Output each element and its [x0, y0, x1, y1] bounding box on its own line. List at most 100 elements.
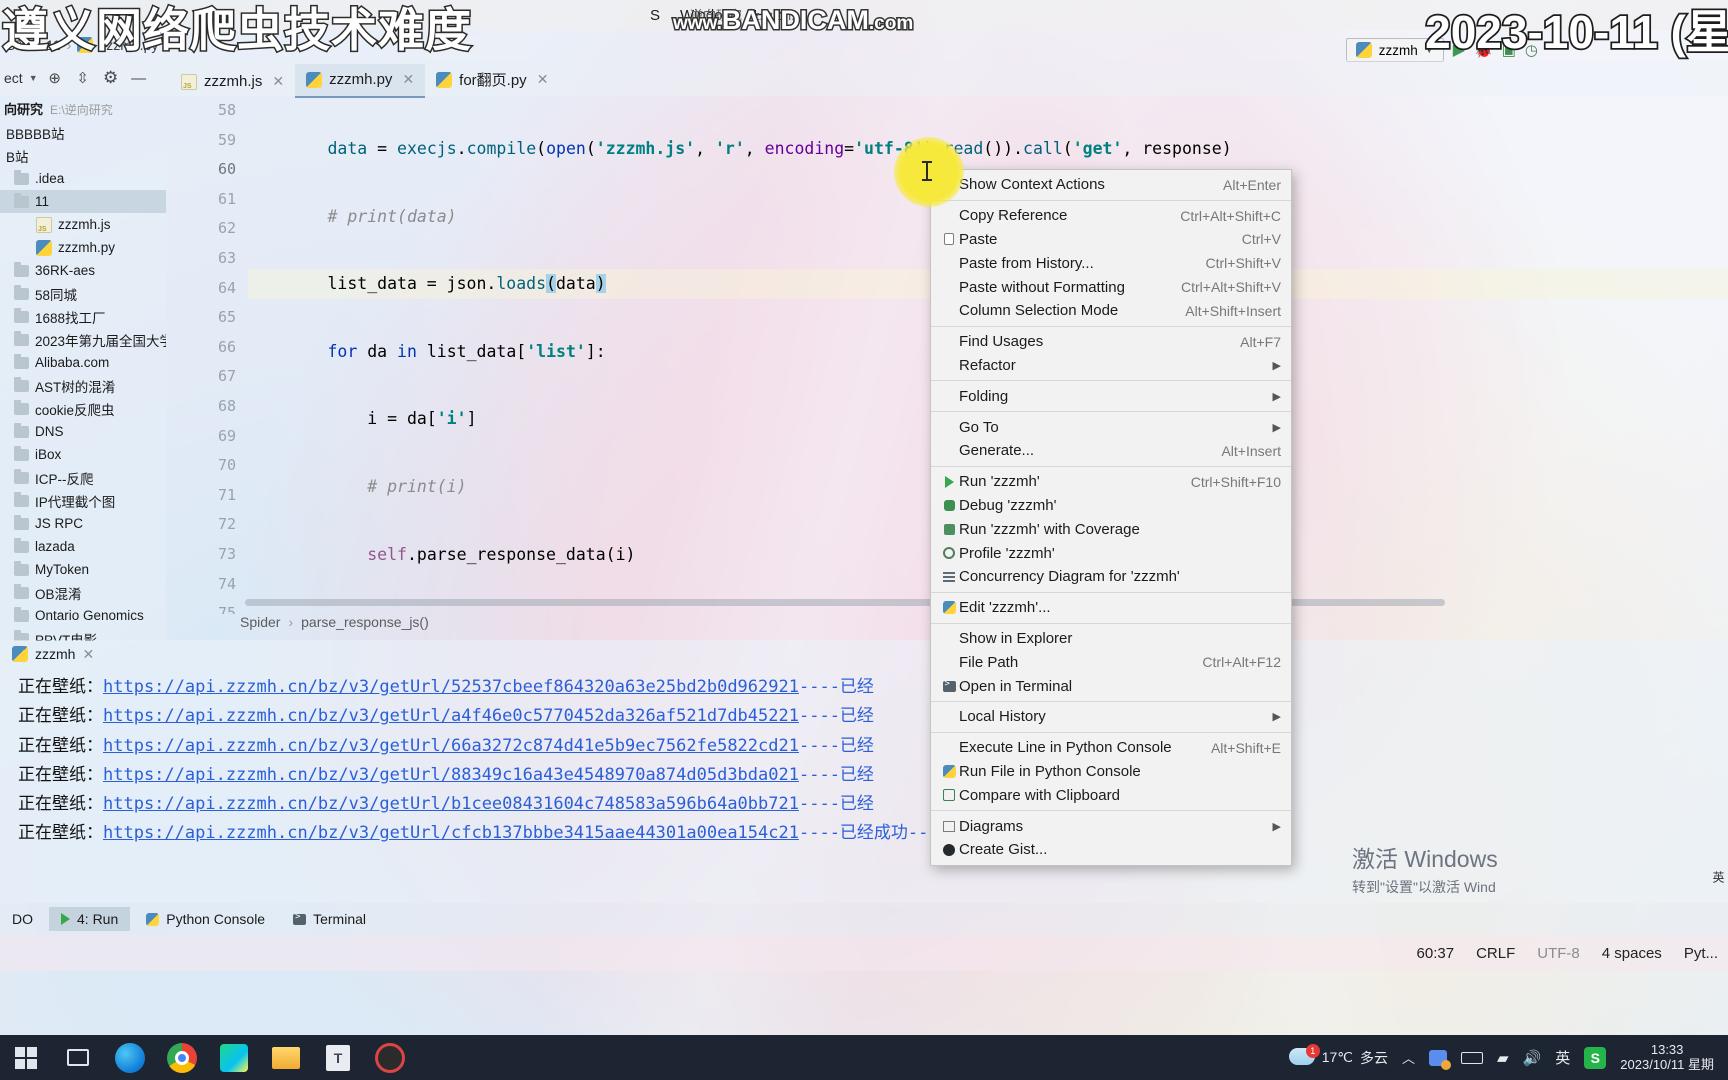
- edge-icon[interactable]: [104, 1035, 156, 1080]
- tree-item-js-rpc[interactable]: JS RPC: [0, 512, 166, 535]
- tree-item-bzhan[interactable]: B站: [0, 144, 166, 167]
- tree-item-ppvt[interactable]: PPVT电影: [0, 627, 166, 641]
- right-dock-item[interactable]: 英: [1710, 871, 1727, 883]
- editor-crumb-method[interactable]: parse_response_js(): [301, 614, 429, 630]
- close-icon[interactable]: ✕: [402, 71, 414, 88]
- menu-item-diagrams[interactable]: Diagrams ▶: [931, 814, 1291, 838]
- tree-item-ontario[interactable]: Ontario Genomics: [0, 604, 166, 627]
- close-icon[interactable]: ✕: [272, 73, 284, 90]
- explorer-icon[interactable]: [260, 1035, 312, 1080]
- battery-icon[interactable]: [1461, 1051, 1484, 1064]
- status-indent[interactable]: 4 spaces: [1602, 945, 1662, 962]
- status-interpreter[interactable]: Pyt...: [1684, 945, 1718, 962]
- tree-item-bbbbb[interactable]: BBBBB站: [0, 121, 166, 144]
- status-line-separator[interactable]: CRLF: [1476, 945, 1515, 962]
- tree-item-mytoken[interactable]: MyToken: [0, 558, 166, 581]
- collapse-icon[interactable]: ⇳: [72, 67, 94, 89]
- menu-item-folding[interactable]: Folding ▶: [931, 384, 1291, 408]
- console-url-link[interactable]: https://api.zzzmh.cn/bz/v3/getUrl/66a327…: [103, 736, 799, 756]
- project-root-node[interactable]: 向研究 E:\逆向研究: [0, 96, 166, 121]
- console-url-link[interactable]: https://api.zzzmh.cn/bz/v3/getUrl/a4f46e…: [103, 706, 799, 726]
- tree-item-ast[interactable]: AST树的混淆: [0, 374, 166, 397]
- tree-item-cookie[interactable]: cookie反爬虫: [0, 397, 166, 420]
- tree-item-alibaba[interactable]: Alibaba.com: [0, 351, 166, 374]
- menu-item-s[interactable]: S: [640, 5, 670, 26]
- menu-item-generate[interactable]: Generate... Alt+Insert: [931, 439, 1291, 463]
- tree-item-1688[interactable]: 1688找工厂: [0, 305, 166, 328]
- menu-item-compare-with-clipboard[interactable]: Compare with Clipboard: [931, 783, 1291, 807]
- run-console-output[interactable]: 正在壁纸：https://api.zzzmh.cn/bz/v3/getUrl/5…: [0, 668, 1728, 849]
- tree-item-36rk-aes[interactable]: 36RK-aes: [0, 259, 166, 282]
- menu-item-edit-zzzmh[interactable]: Edit 'zzzmh'...: [931, 596, 1291, 620]
- tree-item-icp[interactable]: ICP--反爬: [0, 466, 166, 489]
- menu-item-copy-reference[interactable]: Copy Reference Ctrl+Alt+Shift+C: [931, 204, 1291, 228]
- volume-icon[interactable]: 🔊: [1523, 1049, 1542, 1067]
- console-url-link[interactable]: https://api.zzzmh.cn/bz/v3/getUrl/b1cee0…: [103, 794, 799, 814]
- menu-item-refactor[interactable]: Refactor ▶: [931, 354, 1291, 378]
- task-view-icon[interactable]: [52, 1035, 104, 1080]
- tree-item-ob[interactable]: OB混淆: [0, 581, 166, 604]
- gear-icon[interactable]: ⚙: [100, 67, 122, 89]
- menu-item-local-history[interactable]: Local History ▶: [931, 705, 1291, 729]
- menu-item-concurrency-diagram[interactable]: Concurrency Diagram for 'zzzmh': [931, 565, 1291, 589]
- tree-item-dns[interactable]: DNS: [0, 420, 166, 443]
- menu-item-run-file-in-python-console[interactable]: Run File in Python Console: [931, 760, 1291, 784]
- menu-item-paste[interactable]: Paste Ctrl+V: [931, 228, 1291, 252]
- project-tool-label[interactable]: ect: [4, 70, 23, 86]
- onedrive-icon[interactable]: [1429, 1049, 1452, 1070]
- editor-crumb-class[interactable]: Spider: [240, 614, 280, 630]
- start-icon[interactable]: [0, 1035, 52, 1080]
- chrome-icon[interactable]: [156, 1035, 208, 1080]
- chevron-up-icon[interactable]: ︿: [1402, 1048, 1415, 1067]
- project-tree-panel[interactable]: 向研究 E:\逆向研究 BBBBB站 B站 .idea 11 zzzmh.js …: [0, 96, 166, 641]
- tool-button-run[interactable]: 4: Run: [49, 907, 131, 931]
- tab-for-fanye-py[interactable]: for翻页.py ✕: [425, 62, 559, 98]
- close-icon[interactable]: ✕: [82, 646, 94, 663]
- tool-button-python-console[interactable]: Python Console: [134, 907, 277, 931]
- menu-item-show-in-explorer[interactable]: Show in Explorer: [931, 627, 1291, 651]
- menu-item-run-with-coverage[interactable]: Run 'zzzmh' with Coverage: [931, 517, 1291, 541]
- close-icon[interactable]: ✕: [537, 71, 549, 88]
- menu-item-file-path[interactable]: File Path Ctrl+Alt+F12: [931, 650, 1291, 674]
- console-url-link[interactable]: https://api.zzzmh.cn/bz/v3/getUrl/cfcb13…: [103, 823, 799, 843]
- menu-item-find-usages[interactable]: Find Usages Alt+F7: [931, 330, 1291, 354]
- menu-item-paste-from-history[interactable]: Paste from History... Ctrl+Shift+V: [931, 251, 1291, 275]
- tree-item-11[interactable]: 11: [0, 190, 166, 213]
- tree-item-zzzmh-js[interactable]: zzzmh.js: [0, 213, 166, 236]
- console-url-link[interactable]: https://api.zzzmh.cn/bz/v3/getUrl/52537c…: [103, 677, 799, 697]
- tree-item-lazada[interactable]: lazada: [0, 535, 166, 558]
- tree-item-zzzmh-py[interactable]: zzzmh.py: [0, 236, 166, 259]
- chevron-down-icon[interactable]: ▼: [29, 73, 38, 83]
- console-url-link[interactable]: https://api.zzzmh.cn/bz/v3/getUrl/88349c…: [103, 765, 799, 785]
- menu-item-show-context-actions[interactable]: Show Context Actions Alt+Enter: [931, 173, 1291, 197]
- tool-button-todo[interactable]: DO: [0, 907, 45, 931]
- target-icon[interactable]: ⊕: [44, 67, 66, 89]
- tab-zzzmh-js[interactable]: zzzmh.js ✕: [170, 66, 295, 98]
- recorder-icon[interactable]: [364, 1035, 416, 1080]
- menu-item-execute-line-in-python-console[interactable]: Execute Line in Python Console Alt+Shift…: [931, 736, 1291, 760]
- wifi-icon[interactable]: ▰: [1497, 1049, 1509, 1067]
- run-tab[interactable]: zzzmh ✕: [0, 640, 1728, 668]
- tree-item-idea[interactable]: .idea: [0, 167, 166, 190]
- menu-item-open-in-terminal[interactable]: Open in Terminal: [931, 674, 1291, 698]
- tree-item-2023[interactable]: 2023年第九届全国大学: [0, 328, 166, 351]
- tree-item-58tongcheng[interactable]: 58同城: [0, 282, 166, 305]
- pycharm-icon[interactable]: [208, 1035, 260, 1080]
- tool-button-terminal[interactable]: Terminal: [281, 907, 378, 931]
- menu-item-go-to[interactable]: Go To ▶: [931, 415, 1291, 439]
- tree-item-ip-proxy[interactable]: IP代理截个图: [0, 489, 166, 512]
- status-caret-position[interactable]: 60:37: [1417, 945, 1455, 962]
- menu-item-paste-without-formatting[interactable]: Paste without Formatting Ctrl+Alt+Shift+…: [931, 275, 1291, 299]
- menu-item-run-zzzmh[interactable]: Run 'zzzmh' Ctrl+Shift+F10: [931, 470, 1291, 494]
- weather-widget[interactable]: 1 17℃ 多云: [1288, 1043, 1388, 1068]
- editor-context-menu[interactable]: Show Context Actions Alt+Enter Copy Refe…: [930, 169, 1292, 866]
- minimize-icon[interactable]: —: [128, 67, 150, 89]
- tab-zzzmh-py[interactable]: zzzmh.py ✕: [295, 64, 426, 98]
- menu-item-debug-zzzmh[interactable]: Debug 'zzzmh': [931, 494, 1291, 518]
- sogou-icon[interactable]: S: [1584, 1046, 1607, 1069]
- status-encoding[interactable]: UTF-8: [1537, 945, 1580, 962]
- ime-icon[interactable]: 英: [1555, 1047, 1570, 1068]
- menu-item-create-gist[interactable]: Create Gist...: [931, 838, 1291, 862]
- text-editor-icon[interactable]: T: [312, 1035, 364, 1080]
- tree-item-ibox[interactable]: iBox: [0, 443, 166, 466]
